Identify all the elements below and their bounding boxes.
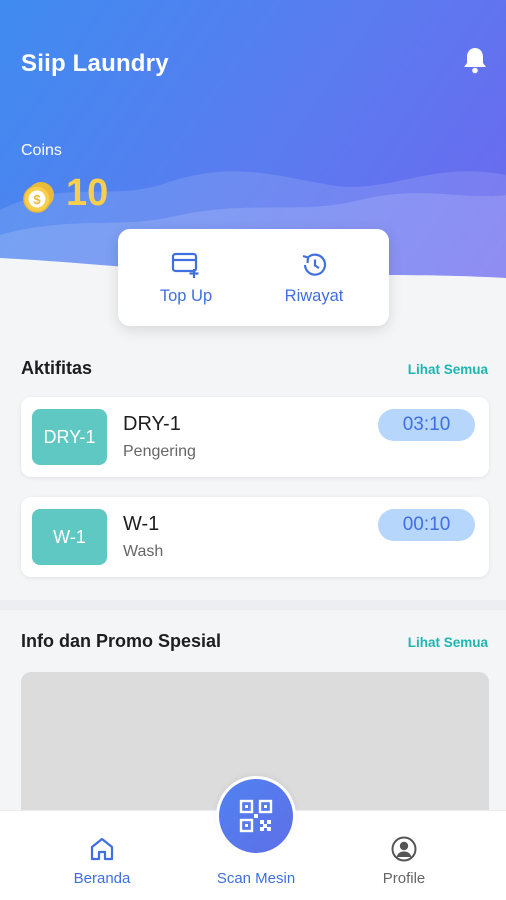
timer-badge: 00:10 [378,509,475,541]
nav-home-label: Beranda [73,870,131,887]
qr-code-icon [239,799,273,833]
machine-type: Pengering [123,443,196,460]
card-add-icon [171,252,199,278]
machine-type: Wash [123,543,164,560]
activity-item[interactable]: W-1 W-1 Wash 00:10 [21,497,489,577]
promo-see-all-link[interactable]: Lihat Semua [408,635,488,650]
history-label: Riwayat [284,287,344,305]
activity-title: Aktifitas [21,358,93,378]
machine-badge: DRY-1 [32,409,107,465]
scan-button-circle [219,779,293,853]
section-divider [0,600,506,610]
svg-text:$: $ [33,192,41,207]
nav-profile-label: Profile [382,870,426,887]
history-icon [302,253,327,276]
machine-badge: W-1 [32,509,107,565]
top-up-label: Top Up [159,287,213,305]
nav-profile[interactable]: Profile [344,811,464,900]
quick-actions-card: Top Up Riwayat [118,229,389,326]
machine-name: W-1 [123,513,160,535]
coin-icon: $ [23,182,54,213]
top-up-button[interactable]: Top Up [126,229,246,326]
machine-name: DRY-1 [123,413,181,435]
profile-icon [391,836,417,862]
promo-title: Info dan Promo Spesial [21,631,222,651]
history-button[interactable]: Riwayat [254,229,374,326]
app-title: Siip Laundry [21,50,169,77]
coins-value: 10 [66,172,109,214]
nav-home[interactable]: Beranda [42,811,162,900]
scan-machine-button[interactable] [216,776,296,856]
activity-see-all-link[interactable]: Lihat Semua [408,362,488,377]
nav-scan-label: Scan Mesin [216,870,296,887]
coins-label: Coins [21,142,62,159]
activity-item[interactable]: DRY-1 DRY-1 Pengering 03:10 [21,397,489,477]
bell-icon[interactable] [462,46,488,74]
home-icon [90,837,114,861]
timer-badge: 03:10 [378,409,475,441]
